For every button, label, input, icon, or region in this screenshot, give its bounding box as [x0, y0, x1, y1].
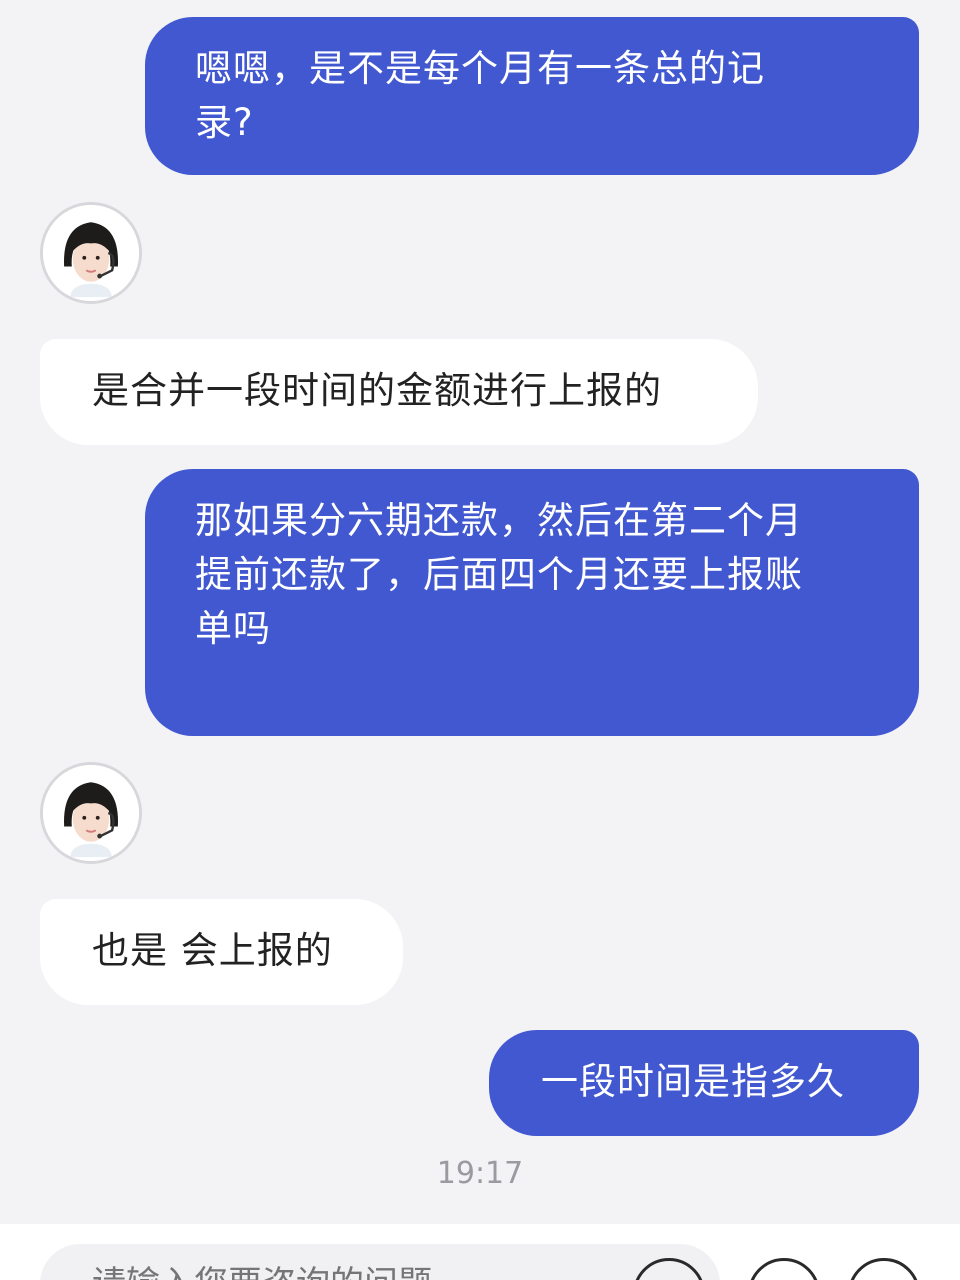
- message-text-line: 录?: [195, 101, 254, 144]
- message-input[interactable]: [40, 1244, 720, 1280]
- message-text-line: 提前还款了，后面四个月还要上报账: [195, 553, 803, 596]
- agent-avatar-icon: [43, 205, 139, 301]
- message-text: 是合并一段时间的金额进行上报的: [92, 369, 662, 412]
- message-text: 也是 会上报的: [92, 929, 333, 972]
- add-icon[interactable]: [848, 1258, 920, 1280]
- chat-screen: 嗯嗯，是不是每个月有一条总的记 录? 是合并一段时间的金额进行上报的 那如果分六…: [0, 0, 960, 1280]
- message-outgoing[interactable]: 一段时间是指多久: [489, 1030, 919, 1136]
- message-incoming[interactable]: 是合并一段时间的金额进行上报的: [40, 339, 758, 445]
- message-outgoing[interactable]: 嗯嗯，是不是每个月有一条总的记 录?: [145, 17, 919, 175]
- agent-avatar-icon: [43, 765, 139, 861]
- message-outgoing[interactable]: 那如果分六期还款，然后在第二个月 提前还款了，后面四个月还要上报账 单吗: [145, 469, 919, 736]
- message-text-line: 单吗: [195, 607, 271, 650]
- message-incoming[interactable]: 也是 会上报的: [40, 899, 403, 1005]
- message-text-line: 那如果分六期还款，然后在第二个月: [195, 499, 803, 542]
- message-text-line: 嗯嗯，是不是每个月有一条总的记: [195, 47, 765, 90]
- agent-avatar[interactable]: [40, 762, 142, 864]
- message-text: 一段时间是指多久: [541, 1060, 845, 1103]
- input-bar: [0, 1224, 960, 1280]
- message-timestamp: 19:17: [436, 1156, 524, 1191]
- agent-avatar[interactable]: [40, 202, 142, 304]
- voice-icon[interactable]: [748, 1258, 820, 1280]
